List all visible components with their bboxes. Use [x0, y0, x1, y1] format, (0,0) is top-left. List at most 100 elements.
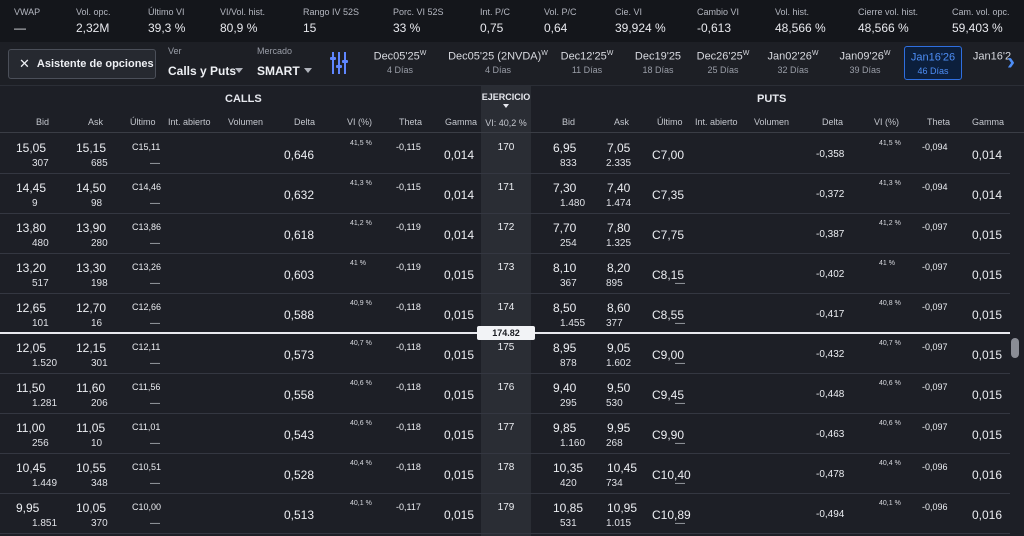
cell-c-ask[interactable]: 15,15: [76, 141, 106, 155]
cell-p-gamma[interactable]: 0,014: [972, 148, 1002, 162]
column-header[interactable]: Último: [130, 117, 156, 127]
cell-p-last2[interactable]: —: [675, 318, 685, 329]
column-header[interactable]: Theta: [399, 117, 422, 127]
cell-p-vi[interactable]: 40,4 %: [879, 460, 901, 467]
cell-c-last2[interactable]: —: [150, 198, 160, 209]
cell-c-bid[interactable]: 15,05: [16, 141, 46, 155]
cell-c-bid_sz[interactable]: 1.281: [32, 398, 57, 409]
cell-c-bid_sz[interactable]: 517: [32, 278, 49, 289]
cell-c-ask_sz[interactable]: 16: [91, 318, 102, 329]
cell-p-bid_sz[interactable]: 1.160: [560, 438, 585, 449]
cell-c-ask_sz[interactable]: 280: [91, 238, 108, 249]
column-header[interactable]: Gamma: [445, 117, 477, 127]
cell-p-ask_sz[interactable]: 377: [606, 318, 623, 329]
cell-c-last2[interactable]: —: [150, 238, 160, 249]
cell-c-ask[interactable]: 14,50: [76, 181, 106, 195]
cell-c-gamma[interactable]: 0,015: [444, 428, 474, 442]
cell-p-vi[interactable]: 40,6 %: [879, 380, 901, 387]
cell-p-ask[interactable]: 8,60: [607, 301, 630, 315]
cell-c-theta[interactable]: -0,119: [396, 222, 421, 232]
cell-p-theta[interactable]: -0,096: [922, 462, 948, 472]
cell-c-theta[interactable]: -0,118: [396, 302, 421, 312]
cell-c-delta[interactable]: 0,528: [284, 468, 314, 482]
table-row[interactable]: 172 13,80 480 13,90 280 C13,86 — 0,618 41,2 % -0,…: [0, 214, 1010, 254]
strike-value[interactable]: 176: [481, 382, 531, 393]
cell-c-last[interactable]: C14,46: [132, 182, 161, 192]
column-header[interactable]: Int. abierto: [168, 117, 211, 127]
cell-c-delta[interactable]: 0,558: [284, 388, 314, 402]
cell-c-ask_sz[interactable]: 370: [91, 518, 108, 529]
cell-c-vi[interactable]: 40,1 %: [350, 500, 372, 507]
cell-p-gamma[interactable]: 0,016: [972, 468, 1002, 482]
expiration-tab[interactable]: Dec19'25 18 Días: [630, 46, 686, 80]
cell-p-ask_sz[interactable]: 2.335: [606, 158, 631, 169]
cell-p-vi[interactable]: 40,8 %: [879, 300, 901, 307]
cell-p-ask_sz[interactable]: 1.602: [606, 358, 631, 369]
cell-p-bid_sz[interactable]: 878: [560, 358, 577, 369]
cell-c-gamma[interactable]: 0,015: [444, 508, 474, 522]
column-header[interactable]: Int. abierto: [695, 117, 738, 127]
cell-p-bid_sz[interactable]: 367: [560, 278, 577, 289]
cell-c-delta[interactable]: 0,632: [284, 188, 314, 202]
column-header[interactable]: Delta: [294, 117, 315, 127]
cell-c-delta[interactable]: 0,573: [284, 348, 314, 362]
cell-c-vi[interactable]: 40,9 %: [350, 300, 372, 307]
cell-c-vi[interactable]: 41,5 %: [350, 140, 372, 147]
cell-p-ask[interactable]: 9,05: [607, 341, 630, 355]
cell-p-bid[interactable]: 9,40: [553, 381, 576, 395]
cell-p-last2[interactable]: —: [675, 358, 685, 369]
strike-value[interactable]: 172: [481, 222, 531, 233]
options-wizard-button[interactable]: ✕ Asistente de opciones: [8, 49, 156, 79]
cell-c-last[interactable]: C13,26: [132, 262, 161, 272]
cell-c-gamma[interactable]: 0,014: [444, 188, 474, 202]
strike-value[interactable]: 178: [481, 462, 531, 473]
cell-p-delta[interactable]: -0,478: [816, 469, 844, 480]
cell-c-last[interactable]: C12,11: [132, 342, 160, 352]
cell-p-bid_sz[interactable]: 1.480: [560, 198, 585, 209]
cell-p-delta[interactable]: -0,494: [816, 509, 844, 520]
chevron-right-icon[interactable]: ›: [1000, 50, 1022, 74]
cell-p-ask_sz[interactable]: 530: [606, 398, 623, 409]
cell-c-ask_sz[interactable]: 685: [91, 158, 108, 169]
cell-p-gamma[interactable]: 0,015: [972, 228, 1002, 242]
expiration-tab[interactable]: Dec12'25W 11 Días: [560, 46, 614, 80]
cell-p-gamma[interactable]: 0,014: [972, 188, 1002, 202]
cell-c-bid_sz[interactable]: 101: [32, 318, 49, 329]
cell-c-delta[interactable]: 0,603: [284, 268, 314, 282]
strike-value[interactable]: 173: [481, 262, 531, 273]
cell-c-ask_sz[interactable]: 301: [91, 358, 108, 369]
cell-c-theta[interactable]: -0,119: [396, 262, 421, 272]
cell-c-delta[interactable]: 0,543: [284, 428, 314, 442]
cell-c-ask[interactable]: 13,90: [76, 221, 106, 235]
cell-p-theta[interactable]: -0,097: [922, 222, 948, 232]
cell-c-vi[interactable]: 41 %: [350, 260, 366, 267]
strike-value[interactable]: 174: [481, 302, 531, 313]
cell-c-gamma[interactable]: 0,015: [444, 308, 474, 322]
cell-c-ask[interactable]: 11,05: [76, 421, 105, 435]
column-header[interactable]: Ask: [88, 117, 103, 127]
table-row[interactable]: 170 15,05 307 15,15 685 C15,11 — 0,646 41,5 % -0,…: [0, 134, 1010, 174]
cell-p-ask[interactable]: 7,80: [607, 221, 630, 235]
table-row[interactable]: 173 13,20 517 13,30 198 C13,26 — 0,603 41 % -0,11…: [0, 254, 1010, 294]
cell-c-bid[interactable]: 12,05: [16, 341, 46, 355]
cell-c-theta[interactable]: -0,118: [396, 382, 421, 392]
cell-p-delta[interactable]: -0,463: [816, 429, 844, 440]
cell-p-bid_sz[interactable]: 254: [560, 238, 577, 249]
cell-c-bid[interactable]: 12,65: [16, 301, 46, 315]
cell-p-bid[interactable]: 10,35: [553, 461, 583, 475]
expiration-tab[interactable]: Jan02'26W 32 Días: [766, 46, 820, 80]
expiration-tab[interactable]: Dec05'25W 4 Días: [370, 46, 430, 80]
cell-c-bid[interactable]: 11,00: [16, 421, 45, 435]
cell-p-bid_sz[interactable]: 295: [560, 398, 577, 409]
cell-p-bid_sz[interactable]: 420: [560, 478, 577, 489]
cell-c-theta[interactable]: -0,115: [396, 182, 421, 192]
cell-p-theta[interactable]: -0,097: [922, 262, 948, 272]
market-select[interactable]: Mercado SMART: [257, 46, 317, 82]
cell-p-last2[interactable]: —: [675, 438, 685, 449]
cell-c-bid[interactable]: 11,50: [16, 381, 45, 395]
cell-c-last[interactable]: C10,51: [132, 462, 161, 472]
cell-p-vi[interactable]: 40,1 %: [879, 500, 901, 507]
cell-c-ask_sz[interactable]: 10: [91, 438, 102, 449]
cell-c-delta[interactable]: 0,646: [284, 148, 314, 162]
cell-c-theta[interactable]: -0,118: [396, 462, 421, 472]
